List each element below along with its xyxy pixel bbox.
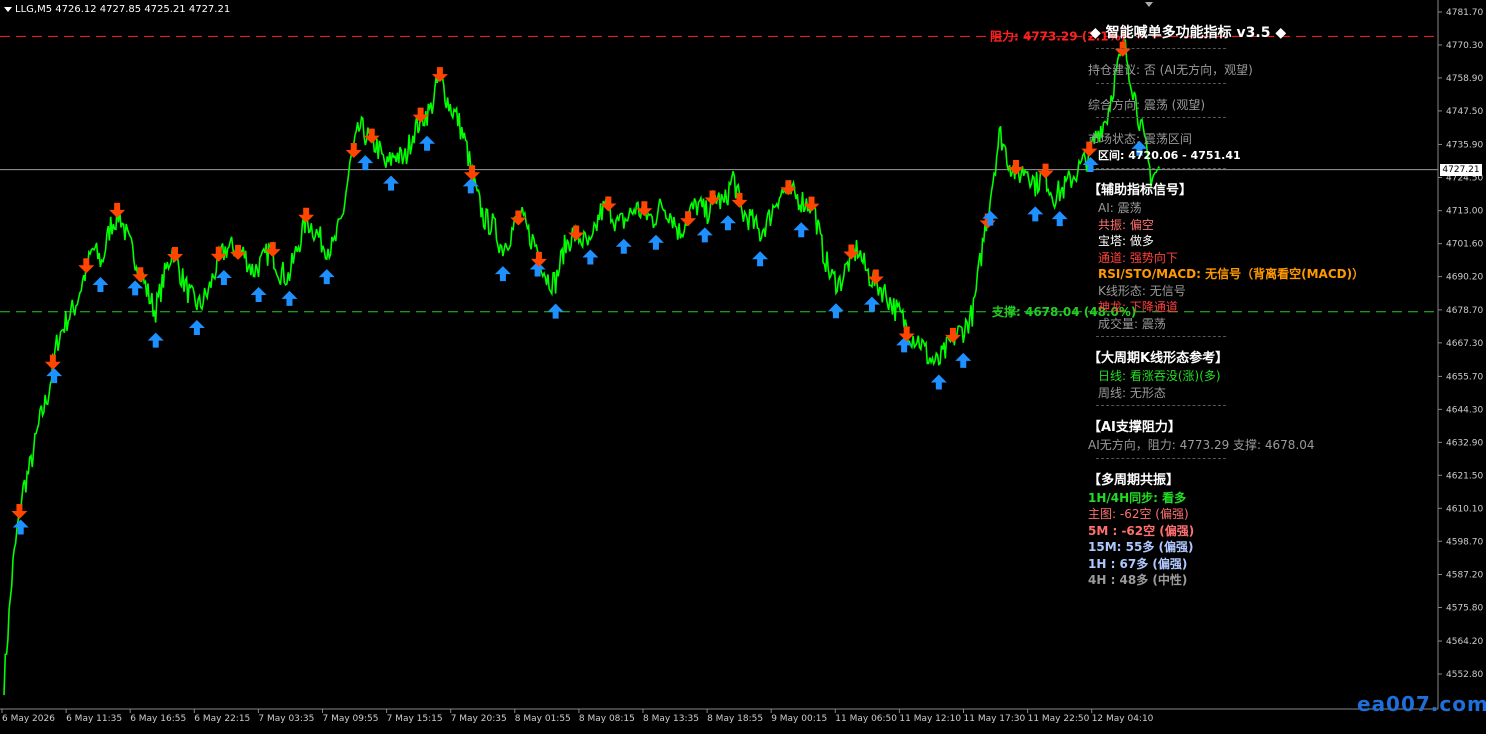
time-tick-label: 6 May 16:55 (130, 714, 186, 724)
divider (1096, 405, 1226, 416)
ai-sr-header: 【AI支撑阻力】 (1088, 420, 1181, 435)
price-tick-label: 4690.20 (1446, 273, 1483, 283)
multi-period-header: 【多周期共振】 (1088, 472, 1180, 488)
price-tick-label: 4564.20 (1446, 637, 1483, 647)
weekly-pattern: 周线: 无形态 (1098, 385, 1166, 400)
price-tick-label: 4632.90 (1446, 438, 1483, 448)
time-tick-label: 8 May 18:55 (707, 714, 763, 724)
holding-advice: 持仓建议: 否 (AI无方向，观望) (1088, 63, 1253, 77)
time-tick-label: 6 May 22:15 (194, 714, 250, 724)
time-axis: 6 May 2026 6 May 11:35 6 May 16:55 6 May 22… (1, 709, 1154, 724)
time-tick-label: 6 May 11:35 (66, 714, 122, 724)
divider (1096, 48, 1226, 59)
price-tick-label: 4644.30 (1446, 405, 1483, 415)
time-tick-label: 7 May 03:35 (258, 714, 314, 724)
price-tick-label: 4621.50 (1446, 471, 1483, 481)
time-tick-label: 11 May 22:50 (1028, 714, 1090, 724)
price-tick-label: 4575.80 (1446, 603, 1483, 613)
price-tick-label: 4655.70 (1446, 372, 1483, 382)
h4-signal: 4H : 48多 (中性) (1088, 573, 1188, 587)
channel-signal: 通道: 强势向下 (1098, 250, 1178, 265)
time-tick-label: 6 May 2026 (2, 714, 55, 724)
price-tick-label: 4781.70 (1446, 8, 1483, 18)
symbol-label: LLG,M5 (15, 4, 53, 15)
time-tick-label: 12 May 04:10 (1092, 714, 1154, 724)
price-tick-label: 4758.90 (1446, 74, 1483, 84)
price-tick-label: 4735.90 (1446, 140, 1483, 150)
market-state: 市场状态: 震荡区间 (1088, 132, 1192, 146)
divider (1096, 168, 1226, 179)
divider (1096, 82, 1226, 94)
ai-sr-text: AI无方向，阻力: 4773.29 支撑: 4678.04 (1088, 438, 1315, 452)
time-tick-label: 7 May 20:35 (451, 714, 507, 724)
price-tick-label: 4678.70 (1446, 306, 1483, 316)
ohlc-header: LLG,M5 4726.12 4727.85 4725.21 4727.21 (4, 4, 230, 15)
divider (1096, 336, 1226, 347)
price-tick-label: 4713.00 (1446, 207, 1483, 217)
price-tick-label: 4552.80 (1446, 670, 1483, 680)
time-tick-label: 7 May 09:55 (323, 714, 379, 724)
price-tick-label: 4770.30 (1446, 41, 1483, 51)
baota-signal: 宝塔: 做多 (1098, 234, 1154, 248)
price-tick-label: 4610.10 (1446, 504, 1483, 514)
main-signal: 主图: -62空 (偏强) (1088, 507, 1189, 521)
time-tick-label: 8 May 01:55 (515, 714, 571, 724)
ohlc-values: 4726.12 4727.85 4725.21 4727.21 (55, 4, 231, 15)
divider (1096, 117, 1226, 128)
aux-signals-header: 【辅助指标信号】 (1088, 183, 1193, 198)
ai-signal: AI: 震荡 (1098, 201, 1142, 215)
big-period-header: 【大周期K线形态参考】 (1088, 351, 1229, 366)
sync-signal: 1H/4H同步: 看多 (1088, 490, 1187, 505)
volume-signal: 成交量: 震荡 (1098, 316, 1166, 331)
panel-title: ◆ 智能喊单多功能指标 v3.5 ◆ (1090, 25, 1287, 41)
current-price-tag: 4727.21 (1440, 163, 1482, 176)
time-tick-label: 7 May 15:15 (387, 714, 443, 724)
price-axis: 4781.704770.304758.904747.504735.904724.… (1438, 8, 1483, 680)
m15-signal: 15M: 55多 (偏强) (1088, 540, 1194, 554)
time-tick-label: 8 May 08:15 (579, 714, 635, 724)
time-tick-label: 8 May 13:35 (643, 714, 699, 724)
h1-signal: 1H : 67多 (偏强) (1088, 556, 1188, 571)
indicator-panel: ◆ 智能喊单多功能指标 v3.5 ◆ 持仓建议: 否 (AI无方向，观望) 综合… (1088, 22, 1365, 589)
resonance-signal: 共振: 偏空 (1098, 217, 1154, 232)
price-tick-label: 4587.20 (1446, 571, 1483, 581)
shenlong-signal: 神龙: 下降通道 (1098, 300, 1178, 314)
price-tick-label: 4667.30 (1446, 339, 1483, 349)
price-tick-label: 4598.70 (1446, 537, 1483, 547)
overall-direction: 综合方向: 震荡 (观望) (1088, 97, 1206, 112)
time-tick-label: 9 May 00:15 (771, 714, 827, 724)
price-tick-label: 4747.50 (1446, 107, 1483, 117)
dropdown-triangle-icon[interactable] (4, 6, 12, 12)
kline-signal: K线形态: 无信号 (1098, 283, 1186, 298)
m5-signal: 5M : -62空 (偏强) (1088, 523, 1195, 538)
daily-pattern: 日线: 看涨吞没(涨)(多) (1098, 369, 1221, 383)
time-tick-label: 11 May 06:50 (835, 714, 897, 724)
rsi-signal: RSI/STO/MACD: 无信号（背离看空(MACD)） (1098, 267, 1365, 281)
price-tick-label: 4701.60 (1446, 240, 1483, 250)
time-tick-label: 11 May 17:30 (964, 714, 1026, 724)
range-text: 区间: 4720.06 - 4751.41 (1098, 148, 1241, 162)
watermark-logo: ea007.com (1357, 692, 1486, 716)
divider (1096, 457, 1226, 469)
time-tick-label: 11 May 12:10 (899, 714, 961, 724)
